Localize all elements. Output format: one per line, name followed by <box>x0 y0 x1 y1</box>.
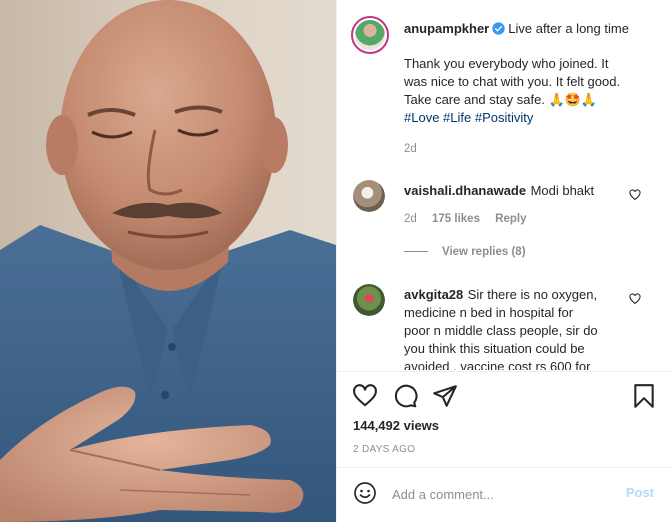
post-age[interactable]: 2d <box>404 143 670 155</box>
comment-meta: 2d 175 likes Reply <box>404 213 670 225</box>
comment-text: Modi bhakt <box>530 183 595 198</box>
post-title: Live after a long time <box>508 21 629 36</box>
comment-like-icon[interactable] <box>629 293 641 305</box>
comment-text: medicine n bed in hospital for <box>404 305 574 320</box>
hashtag-link[interactable]: #Love <box>404 110 439 125</box>
comment-username[interactable]: avkgita28 <box>404 287 463 302</box>
add-comment-input[interactable] <box>392 484 612 504</box>
caption-line: was nice to chat with you. It felt good. <box>404 74 621 89</box>
view-replies-button[interactable]: View replies (8) <box>404 246 670 258</box>
hashtag-link[interactable]: #Positivity <box>475 110 534 125</box>
comment-item: vaishali.dhanawade Modi bhakt <box>404 182 630 200</box>
actions-divider <box>337 371 670 372</box>
author-username[interactable]: anupampkher <box>404 21 489 36</box>
hashtag-link[interactable]: #Life <box>443 110 471 125</box>
post-media[interactable] <box>0 0 336 522</box>
caption-header: anupampkher Live after a long time <box>404 20 662 38</box>
commenter-avatar[interactable] <box>353 284 385 316</box>
emoji-icon[interactable] <box>353 481 377 505</box>
comment-text: avoided , vaccine cost rs 600 for <box>404 359 591 370</box>
comment-text: Sir there is no oxygen, <box>467 287 598 302</box>
post-comment-button[interactable]: Post <box>626 485 654 500</box>
post-panel: anupampkher Live after a long time Thank … <box>336 0 670 522</box>
heart-icon[interactable] <box>352 383 378 409</box>
composer-divider <box>337 467 670 468</box>
comment-item: avkgita28 Sir there is no oxygen, medici… <box>404 286 630 370</box>
comment-username[interactable]: vaishali.dhanawade <box>404 183 526 198</box>
caption-body: Thank you everybody who joined. It was n… <box>404 55 662 127</box>
comment-icon[interactable] <box>392 383 418 409</box>
post-date[interactable]: 2 DAYS AGO <box>353 444 670 455</box>
commenter-avatar[interactable] <box>353 180 385 212</box>
comment-text: you think this situation could be <box>404 341 585 356</box>
bookmark-icon[interactable] <box>631 383 657 409</box>
comment-like-icon[interactable] <box>629 189 641 201</box>
replies-divider <box>404 251 428 253</box>
view-count[interactable]: 144,492 views <box>353 418 670 433</box>
verified-badge-icon <box>492 22 505 35</box>
caption-line: Take care and stay safe. 🙏🤩🙏 <box>404 92 598 107</box>
comment-text: poor n middle class people, sir do <box>404 323 598 338</box>
author-avatar[interactable] <box>351 16 389 54</box>
share-icon[interactable] <box>432 383 458 409</box>
comment-reply-button[interactable]: Reply <box>495 213 526 225</box>
view-replies-label: View replies (8) <box>442 246 526 258</box>
comment-likes[interactable]: 175 likes <box>432 213 480 225</box>
caption-hashtags: #Love #Life #Positivity <box>404 109 662 127</box>
comment-age[interactable]: 2d <box>404 213 417 225</box>
caption-line: Thank you everybody who joined. It <box>404 56 609 71</box>
video-frame-image <box>0 0 336 522</box>
